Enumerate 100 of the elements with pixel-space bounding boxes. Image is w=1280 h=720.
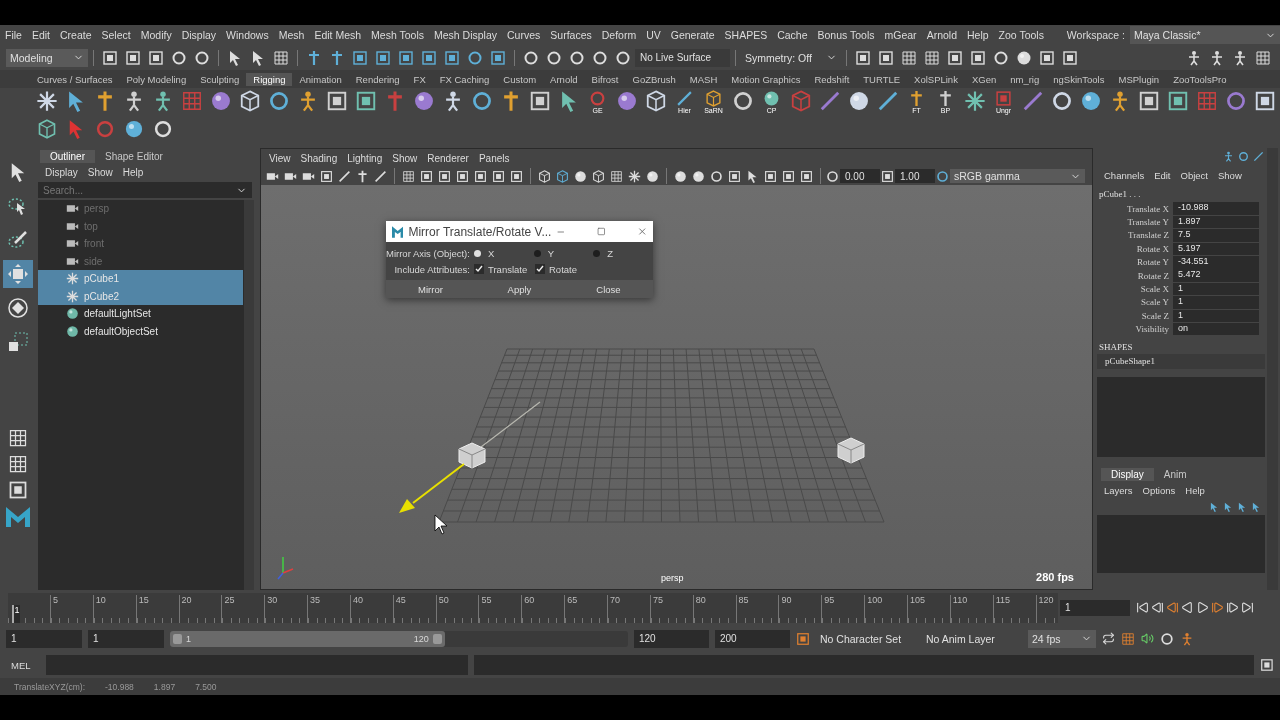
panel-tab[interactable]: Display [1101,468,1154,482]
menu-item[interactable]: SHAPES [719,29,773,41]
menu-item[interactable]: Layers [1099,485,1138,497]
menu-item[interactable]: Display [40,166,83,178]
radio-button[interactable] [593,249,601,257]
menu-item[interactable]: Bonus Tools [812,29,880,41]
radio-button[interactable] [474,249,481,257]
menu-item[interactable]: Surfaces [545,29,597,41]
step-back-icon[interactable] [1151,601,1164,614]
slider-handle[interactable] [432,633,442,644]
panel-tab[interactable]: Outliner [40,149,95,163]
menu-item[interactable]: Curves [502,29,546,41]
channel-value[interactable]: 1 [1173,296,1259,309]
menu-item[interactable]: File [0,29,27,41]
shelf-tab[interactable]: TURTLE [856,72,908,86]
menu-item[interactable]: UV [641,29,666,41]
frame-rate-dropdown[interactable]: 24 fps [1028,629,1096,648]
playback-start-field[interactable]: 1 [88,629,164,648]
menu-item[interactable]: Lighting [342,152,388,164]
menu-item[interactable]: Display [176,29,222,41]
playback-end-field[interactable]: 120 [634,629,709,648]
channel-value[interactable]: 1 [1173,309,1259,323]
shelf-tab[interactable]: Bifrost [584,72,626,86]
outliner-item[interactable]: defaultLightSet [38,305,243,323]
skip-forward-icon[interactable] [1241,601,1254,614]
outliner-item[interactable]: defaultObjectSet [38,322,243,340]
menu-item[interactable]: Help [962,29,994,41]
current-frame-field[interactable]: 1 [1060,599,1130,616]
checkbox-option[interactable]: Translate [474,263,535,275]
step-forward-icon[interactable] [1226,601,1239,614]
slider-handle[interactable] [173,633,182,644]
menu-item[interactable]: Zoo Tools [993,29,1049,41]
scrollbar[interactable] [244,200,254,590]
menu-item[interactable]: Help [117,166,149,178]
shelf-tab[interactable]: Sculpting [193,72,247,86]
time-ruler[interactable]: 5 10 15 20 25 30 35 40 45 50 55 60 65 70 75 80 85 90 95 100 105 110 115 120 1 [8,592,1058,623]
shelf-tab[interactable]: Redshift [807,72,857,86]
end-frame-field[interactable]: 200 [715,629,790,648]
menu-item[interactable]: Shading [295,152,343,164]
shelf-tab[interactable]: ZooToolsPro [1166,72,1234,86]
menu-item[interactable]: Deform [596,29,642,41]
channel-value[interactable]: 7.5 [1173,229,1259,242]
shelf-tab[interactable]: Rigging [246,72,293,86]
channel-value[interactable]: on [1173,322,1259,336]
loop-icon[interactable] [1102,632,1115,645]
menu-item[interactable]: Mesh Display [429,29,503,41]
panel-tab[interactable]: Shape Editor [95,149,173,163]
menu-item[interactable]: Panels [473,152,515,164]
dialog-button[interactable]: Apply [475,280,564,298]
shelf-tab[interactable]: XolSPLink [907,72,965,86]
exposure-field[interactable]: 0.00 [840,169,880,183]
range-track[interactable]: 1 120 [170,630,628,647]
menu-item[interactable]: Channels [1099,169,1150,181]
shelf-tab[interactable]: Poly Modeling [119,72,194,86]
play-icon[interactable] [1196,601,1209,614]
dialog-button[interactable]: Close [564,280,653,298]
radio-option[interactable]: X [474,247,534,259]
maximize-icon[interactable] [596,227,606,236]
menu-item[interactable]: Create [55,29,97,41]
menu-item[interactable]: Generate [665,29,720,41]
menu-item[interactable]: Mesh Tools [366,29,429,41]
start-frame-field[interactable]: 1 [6,629,82,648]
menu-item[interactable]: Edit Mesh [309,29,367,41]
menu-item[interactable]: Help [1180,485,1210,497]
menu-item[interactable]: Edit [1149,169,1176,181]
close-icon[interactable] [636,226,647,237]
checkbox-option[interactable]: Rotate [535,263,596,275]
shelf-tab[interactable]: Animation [292,72,349,86]
shelf-tab[interactable]: Arnold [543,72,585,86]
menu-item[interactable]: Select [96,29,136,41]
menu-item[interactable]: Arnold [921,29,962,41]
radio-option[interactable]: Y [533,247,594,259]
shelf-tab[interactable]: Curves / Surfaces [30,72,120,86]
channel-value[interactable]: -10.988 [1173,202,1259,215]
radio-button[interactable] [533,249,541,257]
color-space-dropdown[interactable]: sRGB gamma [950,169,1085,183]
shelf-tab[interactable]: FX [406,72,433,86]
menu-item[interactable]: Mesh [273,29,310,41]
menu-item[interactable]: Windows [221,29,274,41]
shelf-tab[interactable]: FX Caching [432,72,497,86]
shelf-tab[interactable]: MSPlugin [1111,72,1167,86]
menu-item[interactable]: View [264,152,296,164]
checkbox[interactable] [535,264,545,274]
radio-option[interactable]: Z [593,247,653,259]
shelf-tab[interactable]: GoZBrush [625,72,683,86]
live-surface-field[interactable]: No Live Surface [635,48,730,67]
channel-value[interactable]: -34.551 [1173,256,1259,269]
workspace-dropdown[interactable]: Maya Classic* [1130,26,1280,44]
language-label[interactable]: MEL [6,659,40,671]
dialog-button[interactable]: Mirror [386,280,475,298]
shelf-tab[interactable]: Custom [496,72,544,86]
channel-value[interactable]: 1.897 [1173,215,1259,229]
menu-item[interactable]: mGear [879,29,922,41]
range-slider[interactable] [170,630,445,647]
channel-value[interactable]: 5.472 [1173,269,1259,282]
skip-back-icon[interactable] [1136,601,1149,614]
play-backward-icon[interactable] [1181,601,1194,614]
menu-item[interactable]: Object [1175,169,1213,181]
menu-item[interactable]: Cache [772,29,813,41]
menu-item[interactable]: Edit [26,29,55,41]
